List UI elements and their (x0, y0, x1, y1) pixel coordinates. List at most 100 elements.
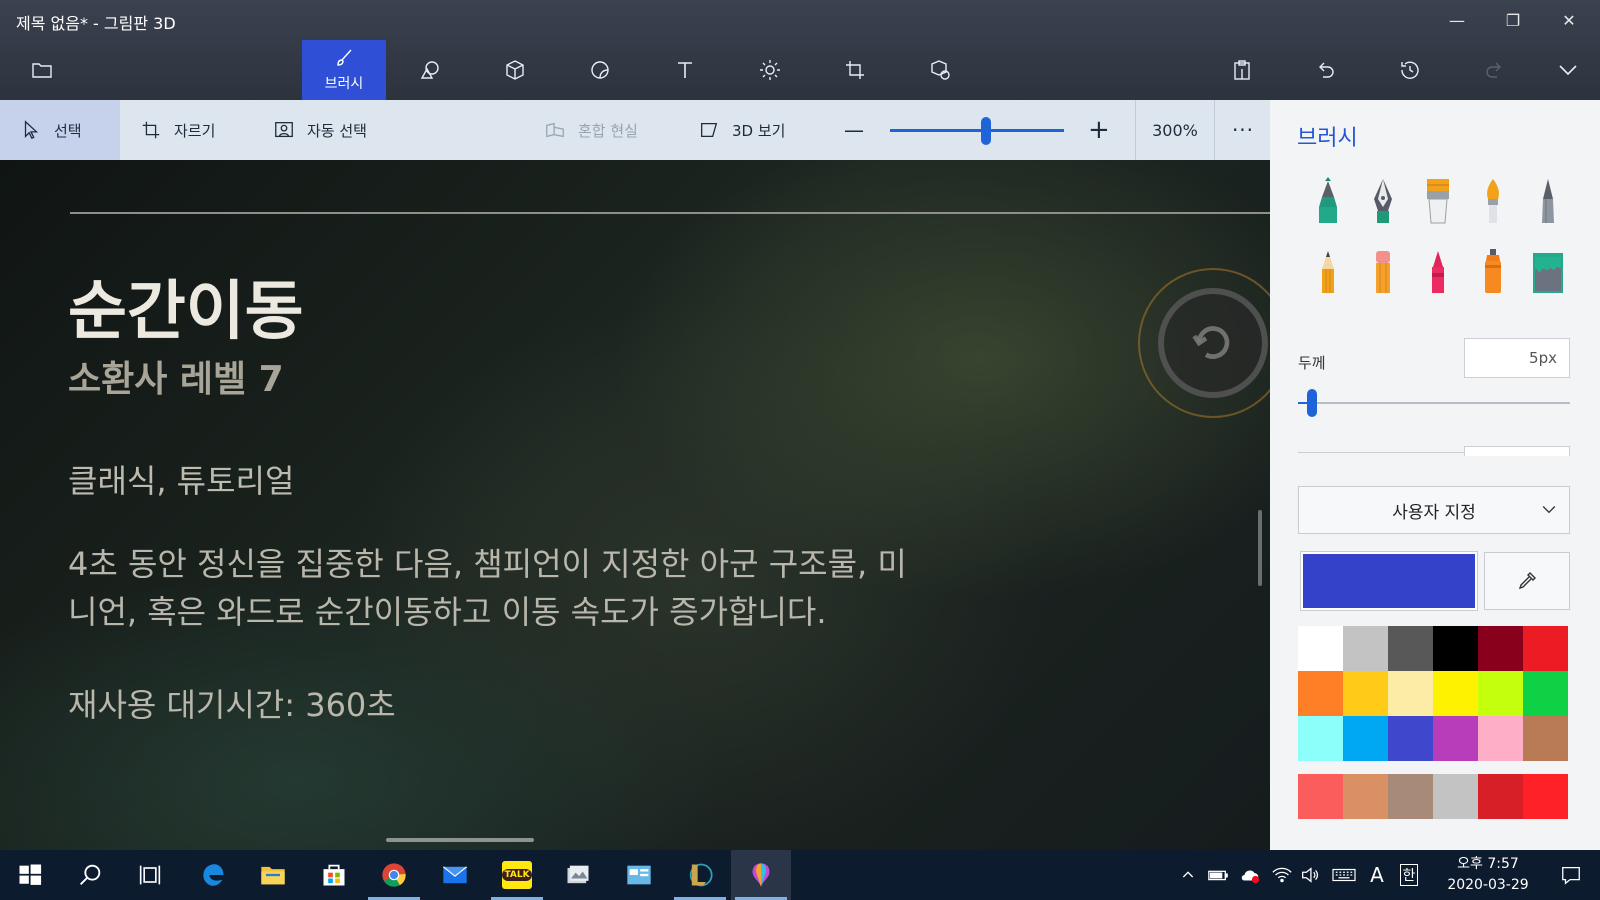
crayon-brush[interactable] (1418, 246, 1458, 298)
task-view-button[interactable] (120, 850, 180, 900)
tab-canvas[interactable] (813, 40, 897, 100)
action-center-button[interactable] (1548, 850, 1594, 900)
color-swatch[interactable] (1343, 716, 1388, 761)
spell-cooldown: 재사용 대기시간: 360초 (68, 686, 396, 724)
photos-button[interactable] (548, 850, 608, 900)
thickness-slider-thumb[interactable] (1306, 389, 1317, 417)
show-hidden-icons-button[interactable] (1176, 850, 1200, 900)
tab-text[interactable] (643, 40, 727, 100)
tab-brushes[interactable]: 브러시 (302, 40, 386, 100)
league-of-legends-button[interactable] (670, 850, 730, 900)
color-swatch[interactable] (1478, 671, 1523, 716)
thickness-input[interactable] (1464, 338, 1570, 378)
color-swatch[interactable] (1433, 774, 1478, 819)
tab-2d-shapes[interactable] (388, 40, 472, 100)
horizontal-scrollbar[interactable] (386, 838, 534, 842)
file-explorer-button[interactable] (243, 850, 303, 900)
chrome-button[interactable] (364, 850, 424, 900)
edge-button[interactable] (183, 850, 243, 900)
zoom-slider[interactable] (890, 117, 1064, 145)
opacity-input[interactable] (1464, 446, 1570, 456)
oil-brush[interactable] (1418, 176, 1458, 228)
eraser-brush[interactable] (1363, 246, 1403, 298)
color-swatch[interactable] (1388, 626, 1433, 671)
close-button[interactable]: ✕ (1546, 4, 1592, 36)
mail-button[interactable] (425, 850, 485, 900)
3d-library-icon (931, 60, 950, 80)
start-button[interactable] (0, 850, 60, 900)
undo-button[interactable] (1284, 40, 1368, 100)
color-swatch[interactable] (1388, 671, 1433, 716)
paint-3d-button[interactable] (731, 850, 791, 900)
color-swatch[interactable] (1433, 671, 1478, 716)
marker-brush[interactable] (1308, 176, 1348, 228)
crop-button[interactable]: 자르기 (140, 100, 215, 160)
volume-tray-button[interactable] (1296, 850, 1324, 900)
color-swatch[interactable] (1523, 671, 1568, 716)
color-swatch[interactable] (1298, 774, 1343, 819)
current-color-swatch[interactable] (1301, 552, 1477, 610)
zoom-in-button[interactable]: + (1088, 100, 1110, 160)
minimize-button[interactable]: — (1434, 4, 1480, 36)
fill-bucket-brush[interactable] (1528, 246, 1568, 298)
store-button[interactable] (304, 850, 364, 900)
spray-can-brush[interactable] (1473, 246, 1513, 298)
color-swatch[interactable] (1388, 716, 1433, 761)
kakaotalk-button[interactable]: TALK (487, 850, 547, 900)
redo-button[interactable] (1452, 40, 1536, 100)
vertical-scrollbar[interactable] (1258, 510, 1262, 586)
clock[interactable]: 오후 7:57 2020-03-29 (1438, 854, 1538, 896)
color-swatch[interactable] (1388, 774, 1433, 819)
color-swatch[interactable] (1433, 626, 1478, 671)
color-mode-dropdown[interactable]: 사용자 지정 (1298, 486, 1570, 534)
battery-tray-button[interactable] (1204, 850, 1232, 900)
zoom-out-button[interactable]: — (844, 100, 864, 160)
canvas[interactable]: 순간이동 소환사 레벨 7 클래식, 튜토리얼 4초 동안 정신을 집중한 다음… (0, 160, 1270, 850)
view-3d-button[interactable]: 3D 보기 (698, 100, 785, 160)
color-swatch[interactable] (1523, 626, 1568, 671)
tab-stickers[interactable] (558, 40, 642, 100)
restore-button[interactable]: ❐ (1490, 4, 1536, 36)
magic-select-button[interactable]: 자동 선택 (273, 100, 367, 160)
color-swatch[interactable] (1343, 626, 1388, 671)
paste-button[interactable] (1200, 40, 1284, 100)
onedrive-tray-button[interactable] (1236, 850, 1264, 900)
tab-brushes-label: 브러시 (324, 76, 364, 92)
tab-effects[interactable] (728, 40, 812, 100)
color-swatch[interactable] (1478, 626, 1523, 671)
search-button[interactable] (60, 850, 120, 900)
pencil-brush[interactable] (1308, 246, 1348, 298)
network-tray-button[interactable] (1268, 850, 1296, 900)
touch-keyboard-button[interactable] (1328, 850, 1360, 900)
ime-mode-button[interactable]: 한 (1394, 850, 1424, 900)
pixel-pen-brush[interactable] (1528, 176, 1568, 228)
input-language-button[interactable]: A (1364, 850, 1390, 900)
color-swatch[interactable] (1478, 716, 1523, 761)
color-swatch[interactable] (1298, 671, 1343, 716)
tab-3d-shapes[interactable] (473, 40, 557, 100)
color-swatch[interactable] (1298, 716, 1343, 761)
zoom-level[interactable]: 300% (1135, 100, 1215, 160)
history-button[interactable] (1368, 40, 1452, 100)
app-button[interactable] (609, 850, 669, 900)
color-swatch[interactable] (1433, 716, 1478, 761)
color-swatch[interactable] (1298, 626, 1343, 671)
watercolor-brush[interactable] (1473, 176, 1513, 228)
thickness-slider[interactable] (1298, 389, 1570, 417)
expand-toolbar-button[interactable] (1536, 40, 1600, 100)
eyedropper-button[interactable] (1484, 552, 1570, 610)
calligraphy-pen-brush[interactable] (1363, 176, 1403, 228)
color-swatch[interactable] (1343, 671, 1388, 716)
history-icon (1401, 61, 1419, 79)
tab-3d-library[interactable] (898, 40, 982, 100)
menu-button[interactable] (0, 40, 84, 100)
color-swatch[interactable] (1343, 774, 1388, 819)
select-button[interactable]: 선택 (0, 100, 120, 160)
color-swatch[interactable] (1478, 774, 1523, 819)
mixed-reality-button[interactable]: 혼합 현실 (544, 100, 638, 160)
crop-label: 자르기 (174, 121, 216, 140)
zoom-slider-thumb[interactable] (980, 117, 991, 145)
more-options-button[interactable]: ··· (1216, 100, 1270, 160)
color-swatch[interactable] (1523, 774, 1568, 819)
color-swatch[interactable] (1523, 716, 1568, 761)
